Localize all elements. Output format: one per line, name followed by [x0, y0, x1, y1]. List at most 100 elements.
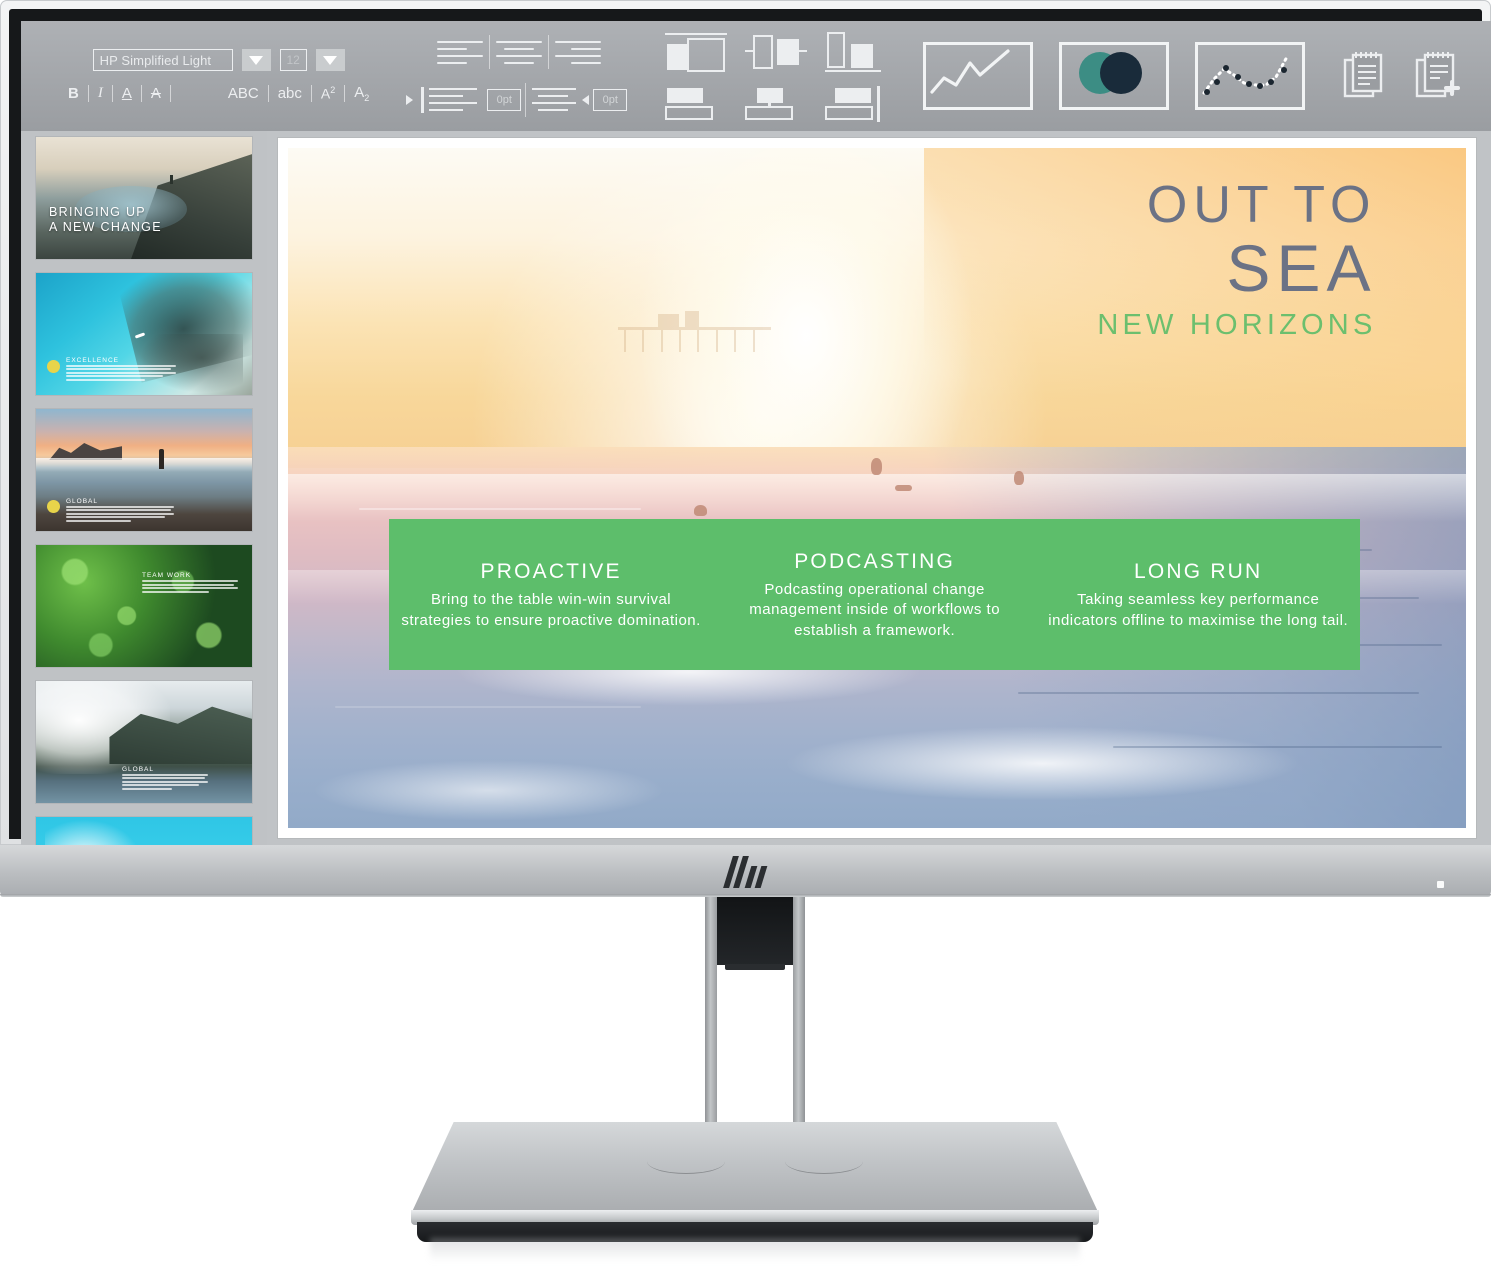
- toolbar-layout-group: [651, 21, 887, 131]
- add-note-button[interactable]: [1415, 50, 1461, 102]
- placeholder-lines: [66, 505, 174, 522]
- scatter-chart-button[interactable]: [1195, 42, 1306, 110]
- stand-rail-right: [793, 897, 805, 1130]
- italic-button[interactable]: I: [89, 85, 112, 102]
- pier: [617, 311, 771, 352]
- slide-thumbnail-3[interactable]: GLOBAL: [36, 409, 252, 531]
- align-right-button[interactable]: [554, 37, 601, 67]
- slide-thumbnail-2[interactable]: EXCELLENCE: [36, 273, 252, 395]
- slide-thumbnail-rail[interactable]: BRINGING UP A NEW CHANGE EXCELLENCE GLOB…: [21, 131, 267, 846]
- surfer-1: [871, 458, 883, 476]
- align-left-button[interactable]: [436, 37, 483, 67]
- chevron-down-icon: [323, 55, 338, 65]
- add-note-icon: [1416, 52, 1461, 98]
- toolbar-document-group: [1325, 21, 1491, 131]
- lowercase-button[interactable]: abc: [269, 85, 311, 102]
- base-slot-right: [785, 1149, 863, 1174]
- foam-3: [311, 760, 665, 822]
- scatter-chart-icon: [1202, 53, 1290, 95]
- subscript-button[interactable]: A2: [345, 84, 378, 103]
- increase-indent-button[interactable]: [417, 85, 479, 115]
- layout-chart-button[interactable]: [825, 30, 887, 73]
- column-body: Taking seamless key performance indicato…: [1048, 591, 1349, 629]
- slide-thumbnail-6[interactable]: [36, 817, 252, 846]
- stand-hinge-block: [717, 897, 793, 970]
- decrease-indent-button[interactable]: [530, 85, 578, 115]
- thumbnail-body: GLOBAL: [122, 766, 208, 792]
- layout-image-center-button[interactable]: [745, 88, 807, 122]
- notes-icon: [1344, 52, 1383, 98]
- trophy-icon: [47, 500, 60, 513]
- slide-canvas[interactable]: OUT TO SEA NEW HORIZONS PROACTIVE Bring …: [278, 138, 1476, 838]
- placeholder-lines: [122, 773, 208, 790]
- strikethrough-button[interactable]: A: [142, 85, 170, 102]
- slide-thumbnail-5[interactable]: GLOBAL: [36, 681, 252, 803]
- layout-two-column-button[interactable]: [665, 30, 728, 72]
- layout-split-button[interactable]: [745, 30, 808, 72]
- foam-2: [782, 726, 1302, 801]
- figure-silhouette: [159, 449, 165, 470]
- thumbnail-body: TEAM WORK: [142, 572, 238, 594]
- placeholder-lines: [142, 580, 238, 593]
- slide-title-block[interactable]: OUT TO SEA NEW HORIZONS: [1097, 177, 1376, 345]
- font-family-input[interactable]: HP Simplified Light: [92, 49, 233, 71]
- line-chart-icon: [930, 49, 1010, 94]
- current-slide[interactable]: OUT TO SEA NEW HORIZONS PROACTIVE Bring …: [288, 148, 1466, 828]
- slide-subtitle: NEW HORIZONS: [1097, 308, 1377, 341]
- font-size-input[interactable]: 12: [279, 49, 307, 71]
- power-led-indicator[interactable]: [1437, 881, 1444, 888]
- stand-rail-left: [705, 897, 717, 1130]
- surfer-2: [1013, 471, 1024, 485]
- increase-indent-value[interactable]: 0pt: [487, 89, 522, 111]
- slide-title-line1: OUT TO: [1146, 175, 1377, 234]
- slide-thumbnail-1[interactable]: BRINGING UP A NEW CHANGE: [36, 137, 252, 259]
- outdent-arrow-icon: [582, 95, 590, 105]
- column-heading: LONG RUN: [1133, 560, 1263, 584]
- surf-line: [36, 457, 252, 473]
- slide-content-panel[interactable]: PROACTIVE Bring to the table win-win sur…: [389, 518, 1360, 670]
- toolbar-align-group: 0pt 0pt: [398, 21, 631, 131]
- divider: [169, 85, 171, 102]
- font-size-dropdown[interactable]: [315, 49, 345, 71]
- column-heading: PODCASTING: [794, 549, 956, 573]
- toolbar-chart-group: [907, 21, 1306, 131]
- decrease-indent-value[interactable]: 0pt: [593, 89, 628, 111]
- column-body: Podcasting operational change management…: [749, 580, 1001, 639]
- hp-logo: [723, 856, 772, 888]
- divider: [525, 83, 527, 117]
- indent-arrow-icon: [406, 95, 414, 105]
- thumbnail-body: GLOBAL: [66, 498, 174, 524]
- document-button[interactable]: [1487, 50, 1491, 102]
- base-reflection: [430, 1238, 1080, 1262]
- slide-column-podcasting[interactable]: PODCASTING Podcasting operational change…: [713, 547, 1037, 642]
- thumbnail-body: EXCELLENCE: [66, 357, 176, 383]
- slide-thumbnail-4[interactable]: TEAM WORK: [36, 545, 252, 667]
- underline-button[interactable]: A: [113, 85, 141, 102]
- font-family-dropdown[interactable]: [241, 49, 271, 71]
- layout-image-right-button[interactable]: [825, 86, 887, 122]
- superscript-button[interactable]: A2: [312, 85, 344, 102]
- venn-diagram-icon: [1079, 52, 1143, 94]
- toolbar-font-group: HP Simplified Light 12 B I A A ABC abc A…: [21, 21, 378, 131]
- layout-image-top-button[interactable]: [665, 88, 727, 122]
- slide-column-long-run[interactable]: LONG RUN Taking seamless key performance…: [1036, 557, 1360, 631]
- leaf-texture: [36, 545, 252, 667]
- thumbnail-title: BRINGING UP A NEW CHANGE: [49, 205, 162, 234]
- surfer-3: [694, 505, 708, 516]
- notes-button[interactable]: [1343, 50, 1389, 102]
- uppercase-button[interactable]: ABC: [219, 85, 268, 102]
- figure-silhouette: [169, 174, 173, 184]
- surfboard-1: [894, 484, 912, 491]
- wave-crest-1: [288, 474, 1466, 522]
- placeholder-lines: [66, 364, 176, 381]
- align-center-button[interactable]: [495, 37, 542, 67]
- slide-title-line2: SEA: [1226, 230, 1377, 305]
- line-chart-button[interactable]: [923, 42, 1034, 110]
- column-body: Bring to the table win-win survival stra…: [401, 591, 701, 629]
- chevron-down-icon: [249, 55, 264, 65]
- hp-monitor: HP Simplified Light 12 B I A A ABC abc A…: [0, 0, 1500, 1279]
- venn-diagram-button[interactable]: [1059, 42, 1170, 110]
- bold-button[interactable]: B: [59, 85, 88, 102]
- monitor-screen: HP Simplified Light 12 B I A A ABC abc A…: [21, 21, 1491, 846]
- slide-column-proactive[interactable]: PROACTIVE Bring to the table win-win sur…: [389, 557, 713, 631]
